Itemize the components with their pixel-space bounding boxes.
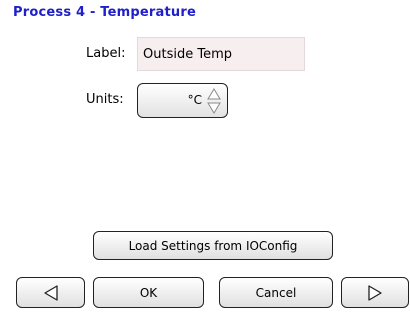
up-down-spinner-icon[interactable]	[207, 88, 221, 114]
load-settings-button[interactable]: Load Settings from IOConfig	[93, 231, 333, 260]
ok-button[interactable]: OK	[93, 277, 204, 308]
label-input[interactable]	[137, 37, 305, 71]
units-value: °C	[187, 93, 202, 107]
triangle-right-icon	[366, 284, 384, 302]
triangle-left-icon	[42, 284, 60, 302]
page-title: Process 4 - Temperature	[13, 5, 196, 20]
cancel-button[interactable]: Cancel	[219, 277, 333, 308]
units-select[interactable]: °C	[137, 83, 228, 118]
previous-button[interactable]	[16, 277, 85, 308]
units-caption: Units:	[86, 92, 124, 107]
next-button[interactable]	[341, 277, 409, 308]
label-caption: Label:	[86, 46, 126, 61]
